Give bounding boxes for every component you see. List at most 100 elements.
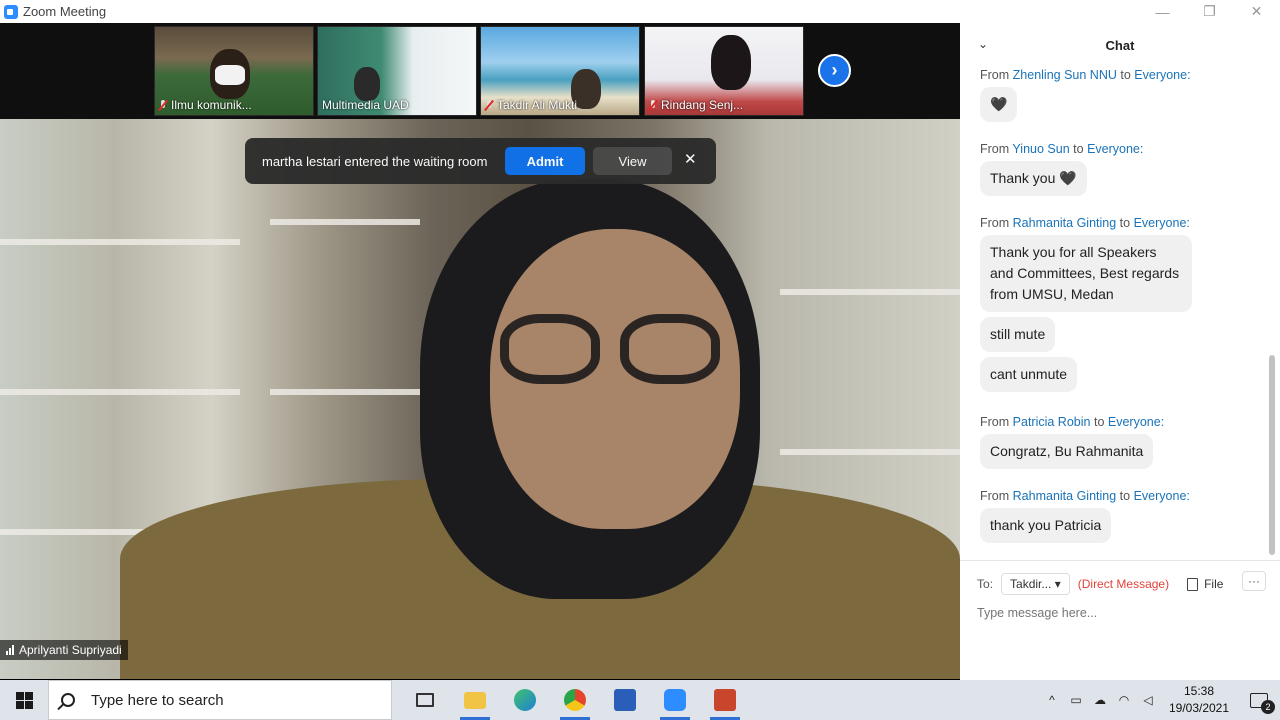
- participant-video: [354, 67, 380, 101]
- minimize-button[interactable]: —: [1139, 0, 1186, 23]
- battery-icon[interactable]: ▭: [1064, 680, 1088, 720]
- message-input[interactable]: [977, 606, 1257, 620]
- muted-mic-icon: [649, 99, 657, 111]
- message-header: From Rahmanita Ginting to Everyone:: [980, 489, 1190, 503]
- participant-thumbnail[interactable]: Takdir Ali Mukti: [480, 26, 640, 116]
- signal-strength-icon: [6, 645, 14, 655]
- message-bubble: still mute: [980, 317, 1056, 352]
- edge-icon[interactable]: [500, 680, 550, 720]
- scrollbar-thumb[interactable]: [1269, 355, 1275, 555]
- message-header: From Zhenling Sun NNU to Everyone:: [980, 68, 1191, 82]
- recipient-dropdown[interactable]: Takdir... ▾: [1001, 573, 1070, 595]
- onedrive-icon[interactable]: ☁: [1088, 680, 1112, 720]
- close-notification-icon[interactable]: ✕: [684, 150, 697, 168]
- chat-message: From Rahmanita Ginting to Everyone: Than…: [980, 216, 1200, 392]
- window-controls: — ❐ ✕: [1139, 0, 1280, 23]
- windows-logo-icon: [15, 691, 33, 709]
- waiting-room-notification: martha lestari entered the waiting room …: [245, 138, 716, 184]
- bookshelf: [0, 239, 240, 245]
- message-header: From Patricia Robin to Everyone:: [980, 415, 1165, 429]
- chat-header: ⌄ Chat: [960, 23, 1280, 68]
- message-bubble: Thank you 🖤: [980, 161, 1087, 196]
- admit-button[interactable]: Admit: [505, 147, 585, 175]
- video-area: Ilmu komunik... Multimedia UAD Takdir Al…: [0, 23, 960, 679]
- recipient-name[interactable]: Everyone:: [1134, 489, 1190, 503]
- participant-thumbnail[interactable]: Multimedia UAD: [317, 26, 477, 116]
- chat-message: From Rahmanita Ginting to Everyone: than…: [980, 489, 1190, 543]
- wifi-icon[interactable]: ◠: [1112, 680, 1136, 720]
- clock-time: 15:38: [1183, 684, 1215, 698]
- muted-mic-icon: [485, 99, 493, 111]
- volume-icon[interactable]: ◁: [1136, 680, 1160, 720]
- zoom-icon[interactable]: [650, 680, 700, 720]
- recipient-name[interactable]: Everyone:: [1134, 216, 1190, 230]
- thumbnail-label: Takdir Ali Mukti: [485, 98, 577, 112]
- glasses: [620, 314, 720, 384]
- system-tray: ^ ▭ ☁ ◠ ◁ 15:38 19/03/2021 2: [1040, 680, 1280, 720]
- action-center-button[interactable]: 2: [1238, 680, 1280, 720]
- pinned-apps: [400, 680, 750, 720]
- sender-name[interactable]: Rahmanita Ginting: [1013, 489, 1117, 503]
- direct-message-label: (Direct Message): [1077, 577, 1170, 591]
- thumbnail-strip: Ilmu komunik... Multimedia UAD Takdir Al…: [0, 23, 960, 119]
- task-view-icon[interactable]: [400, 680, 450, 720]
- message-bubble: Congratz, Bu Rahmanita: [980, 434, 1154, 469]
- thumbnail-label: Rindang Senj...: [649, 98, 743, 112]
- recipient-row: To: Takdir... ▾ (Direct Message) File: [977, 573, 1223, 595]
- participant-video: [711, 35, 751, 90]
- sender-name[interactable]: Yinuo Sun: [1012, 142, 1069, 156]
- chat-title: Chat: [1105, 38, 1135, 53]
- chat-panel: ⌄ Chat From Zhenling Sun NNU to Everyone…: [960, 23, 1280, 680]
- sender-name[interactable]: Patricia Robin: [1013, 415, 1091, 429]
- glasses: [500, 314, 600, 384]
- bookshelf: [270, 219, 420, 225]
- participant-name: Multimedia UAD: [322, 98, 409, 112]
- participant-name: Takdir Ali Mukti: [497, 98, 578, 112]
- recipient-name[interactable]: Everyone:: [1087, 142, 1143, 156]
- active-speaker-video: [0, 119, 960, 679]
- face-mask: [215, 65, 245, 85]
- taskbar: Type here to search ^ ▭ ☁ ◠ ◁ 15:38 19/0…: [0, 680, 1280, 720]
- powerpoint-icon[interactable]: [700, 680, 750, 720]
- show-hidden-icons-icon[interactable]: ^: [1040, 680, 1064, 720]
- thumbnail-label: Ilmu komunik...: [159, 98, 252, 112]
- file-icon: [1187, 577, 1199, 591]
- restore-button[interactable]: ❐: [1186, 0, 1233, 23]
- bookshelf: [780, 289, 960, 295]
- title-bar: Zoom Meeting — ❐ ✕: [0, 0, 1280, 23]
- to-label: To:: [977, 577, 994, 591]
- start-button[interactable]: [0, 680, 48, 720]
- recipient-name[interactable]: Everyone:: [1108, 415, 1164, 429]
- message-bubble: cant unmute: [980, 357, 1078, 392]
- word-icon[interactable]: [600, 680, 650, 720]
- zoom-app-icon: [4, 4, 18, 19]
- participant-name: Rindang Senj...: [661, 98, 744, 112]
- thumbnail-label: Multimedia UAD: [322, 98, 409, 112]
- sender-name[interactable]: Rahmanita Ginting: [1013, 216, 1117, 230]
- file-explorer-icon[interactable]: [450, 680, 500, 720]
- chat-messages: From Zhenling Sun NNU to Everyone: 🖤 Fro…: [960, 68, 1270, 568]
- chat-composer: To: Takdir... ▾ (Direct Message) File ··…: [960, 560, 1280, 680]
- system-clock[interactable]: 15:38 19/03/2021: [1160, 683, 1238, 717]
- window-title: Zoom Meeting: [23, 4, 107, 19]
- next-page-arrow-icon[interactable]: ›: [818, 54, 851, 87]
- collapse-chevron-icon[interactable]: ⌄: [978, 37, 988, 51]
- more-options-button[interactable]: ···: [1242, 571, 1266, 591]
- participant-thumbnail[interactable]: Rindang Senj...: [644, 26, 804, 116]
- taskbar-search[interactable]: Type here to search: [48, 680, 392, 720]
- participant-thumbnail[interactable]: Ilmu komunik...: [154, 26, 314, 116]
- sender-name[interactable]: Zhenling Sun NNU: [1013, 68, 1117, 82]
- chat-message: From Patricia Robin to Everyone: Congrat…: [980, 415, 1164, 469]
- chrome-icon[interactable]: [550, 680, 600, 720]
- muted-mic-icon: [159, 99, 167, 111]
- chat-scrollbar[interactable]: [1269, 73, 1275, 558]
- chat-message: From Yinuo Sun to Everyone: Thank you 🖤: [980, 142, 1143, 196]
- message-bubble: thank you Patricia: [980, 508, 1112, 543]
- participant-name: Ilmu komunik...: [171, 98, 252, 112]
- search-placeholder: Type here to search: [91, 691, 224, 709]
- close-button[interactable]: ✕: [1233, 0, 1280, 23]
- file-button[interactable]: File: [1187, 577, 1223, 591]
- notification-count: 2: [1261, 700, 1275, 714]
- recipient-name[interactable]: Everyone:: [1134, 68, 1190, 82]
- view-button[interactable]: View: [593, 147, 672, 175]
